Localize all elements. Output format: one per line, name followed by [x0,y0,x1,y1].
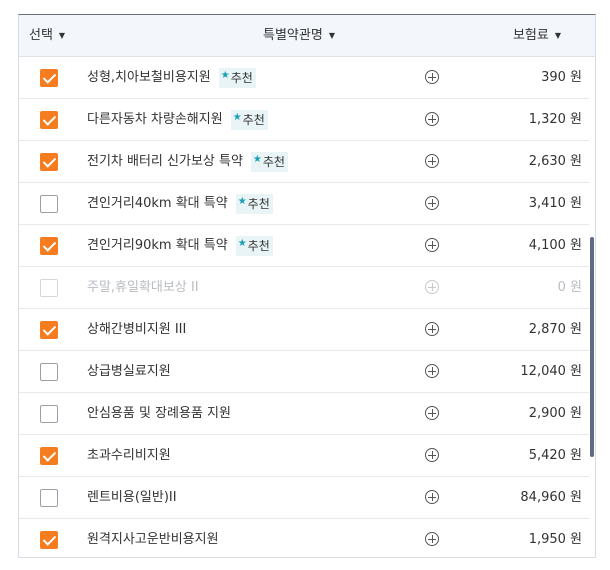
coverage-table: 선택 ▼ 특별약관명 ▼ 보험료 ▼ 성형,치아보철비용지원 ★추천 390 원 다른… [18,14,596,558]
premium-amount: 5,420 원 [528,448,582,463]
table-row: 안심용품 및 장례용품 지원 2,900 원 [19,393,590,435]
plus-circle-icon[interactable] [425,112,439,126]
recommended-badge: ★추천 [235,236,273,256]
plus-circle-icon [425,280,439,294]
coverage-name: 렌트비용(일반)II [87,477,177,519]
plus-circle-icon[interactable] [425,448,439,462]
premium-amount: 3,410 원 [528,196,582,211]
row-checkbox[interactable] [40,69,58,87]
premium-header-label: 보험료 [512,28,549,43]
coverage-name: 성형,치아보철비용지원 ★추천 [87,57,256,99]
badge-label: 추천 [230,71,253,85]
coverage-name-text: 초과수리비지원 [87,448,171,463]
plus-circle-icon[interactable] [425,532,439,546]
premium-amount: 4,100 원 [528,238,582,253]
table-row: 초과수리비지원 5,420 원 [19,435,590,477]
premium-amount: 12,040 원 [520,364,582,379]
premium-amount: 2,630 원 [528,154,582,169]
table-row: 렌트비용(일반)II 84,960 원 [19,477,590,519]
table-body: 성형,치아보철비용지원 ★추천 390 원 다른자동차 차량손해지원 ★추천 1,320 … [19,57,590,557]
table-row: 견인거리40km 확대 특약 ★추천 3,410 원 [19,183,590,225]
star-icon: ★ [252,154,262,165]
star-icon: ★ [232,112,242,123]
coverage-name: 다른자동차 차량손해지원 ★추천 [87,99,268,141]
recommended-badge: ★추천 [235,194,273,214]
plus-circle-icon[interactable] [425,490,439,504]
coverage-name-text: 다른자동차 차량손해지원 [87,112,223,127]
coverage-name: 안심용품 및 장례용품 지원 [87,393,231,435]
coverage-name: 원격지사고운반비용지원 [87,519,219,557]
coverage-name: 주말,휴일확대보상 II [87,267,199,309]
scrollbar-thumb[interactable] [590,237,594,457]
coverage-name-text: 견인거리40km 확대 특약 [87,196,228,211]
plus-circle-icon[interactable] [425,406,439,420]
coverage-name: 견인거리90km 확대 특약 ★추천 [87,225,273,267]
plus-circle-icon[interactable] [425,196,439,210]
recommended-badge: ★추천 [250,152,288,172]
coverage-name-text: 견인거리90km 확대 특약 [87,238,228,253]
table-row: 상급병실료지원 12,040 원 [19,351,590,393]
row-checkbox[interactable] [40,195,58,213]
plus-circle-icon[interactable] [425,238,439,252]
premium-amount: 0 원 [557,280,582,295]
row-checkbox[interactable] [40,447,58,465]
table-row: 성형,치아보철비용지원 ★추천 390 원 [19,57,590,99]
recommended-badge: ★추천 [218,68,256,88]
coverage-name-text: 렌트비용(일반)II [87,490,177,505]
table-header: 선택 ▼ 특별약관명 ▼ 보험료 ▼ [19,15,595,57]
coverage-name-text: 상해간병비지원 III [87,322,187,337]
premium-amount: 2,900 원 [528,406,582,421]
plus-circle-icon[interactable] [425,154,439,168]
row-checkbox[interactable] [40,321,58,339]
coverage-name-text: 전기차 배터리 신가보상 특약 [87,154,243,169]
table-row: 견인거리90km 확대 특약 ★추천 4,100 원 [19,225,590,267]
name-column-header[interactable]: 특별약관명 ▼ [19,15,579,56]
star-icon: ★ [237,196,247,207]
premium-amount: 1,950 원 [528,532,582,547]
coverage-name-text: 원격지사고운반비용지원 [87,532,219,547]
coverage-name: 초과수리비지원 [87,435,171,477]
sort-down-icon: ▼ [554,31,561,40]
row-checkbox[interactable] [40,111,58,129]
coverage-name: 상해간병비지원 III [87,309,186,351]
row-checkbox[interactable] [40,489,58,507]
coverage-name-text: 성형,치아보철비용지원 [87,70,211,85]
table-row: 주말,휴일확대보상 II 0 원 [19,267,590,309]
badge-label: 추천 [262,155,285,169]
badge-label: 추천 [242,113,265,127]
premium-amount: 84,960 원 [520,490,582,505]
row-checkbox[interactable] [40,405,58,423]
premium-column-header[interactable]: 보험료 ▼ [513,15,561,56]
badge-label: 추천 [247,197,270,211]
plus-circle-icon[interactable] [425,70,439,84]
coverage-name: 상급병실료지원 [87,351,171,393]
badge-label: 추천 [247,239,270,253]
premium-amount: 1,320 원 [528,112,582,127]
coverage-name-text: 주말,휴일확대보상 II [87,280,199,295]
sort-down-icon: ▼ [328,31,335,40]
coverage-name: 견인거리40km 확대 특약 ★추천 [87,183,273,225]
table-row: 전기차 배터리 신가보상 특약 ★추천 2,630 원 [19,141,590,183]
row-checkbox[interactable] [40,237,58,255]
row-checkbox[interactable] [40,363,58,381]
star-icon: ★ [220,70,230,81]
row-checkbox [40,279,58,297]
coverage-name-text: 상급병실료지원 [87,364,171,379]
plus-circle-icon[interactable] [425,322,439,336]
premium-amount: 2,870 원 [528,322,582,337]
star-icon: ★ [237,238,247,249]
table-row: 원격지사고운반비용지원 1,950 원 [19,519,590,557]
row-checkbox[interactable] [40,153,58,171]
name-header-label: 특별약관명 [263,28,323,43]
coverage-name: 전기차 배터리 신가보상 특약 ★추천 [87,141,288,183]
plus-circle-icon[interactable] [425,364,439,378]
table-row: 상해간병비지원 III 2,870 원 [19,309,590,351]
row-checkbox[interactable] [40,531,58,549]
coverage-name-text: 안심용품 및 장례용품 지원 [87,406,231,421]
table-row: 다른자동차 차량손해지원 ★추천 1,320 원 [19,99,590,141]
recommended-badge: ★추천 [230,110,268,130]
premium-amount: 390 원 [541,70,582,85]
